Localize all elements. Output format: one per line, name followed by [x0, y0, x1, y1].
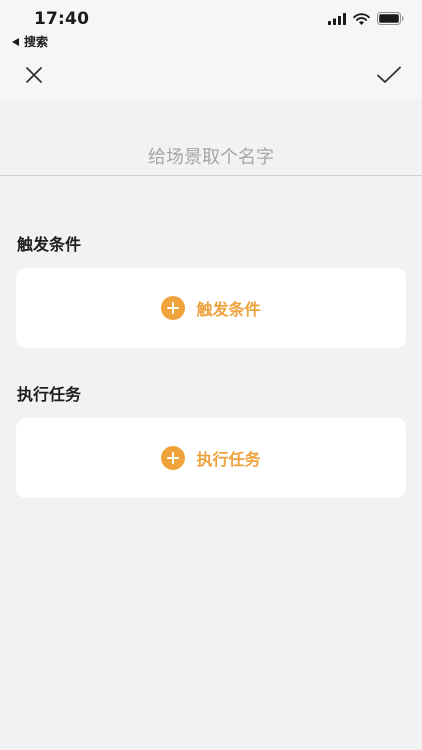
add-circle-icon: [161, 446, 186, 470]
status-icons: [328, 12, 404, 25]
close-button[interactable]: [21, 62, 47, 88]
status-bar: 17:40 搜索: [0, 0, 422, 52]
close-icon: [26, 67, 42, 83]
checkmark-icon: [377, 66, 401, 83]
wifi-icon: [353, 12, 370, 25]
cellular-signal-icon: [328, 12, 346, 25]
scene-name-input[interactable]: [0, 140, 422, 176]
add-trigger-button[interactable]: 触发条件: [16, 268, 406, 348]
back-arrow-icon: [12, 37, 19, 46]
add-task-label: 执行任务: [196, 450, 261, 469]
back-label: 搜索: [24, 35, 49, 49]
trigger-section-title: 触发条件: [17, 235, 82, 254]
add-task-button[interactable]: 执行任务: [16, 418, 406, 498]
confirm-button[interactable]: [376, 62, 402, 88]
add-trigger-label: 触发条件: [196, 300, 261, 319]
back-to-search-link[interactable]: 搜索: [12, 33, 48, 50]
status-time: 17:40: [34, 9, 90, 29]
battery-icon: [377, 12, 404, 25]
add-circle-icon: [161, 296, 186, 320]
task-section-title: 执行任务: [17, 385, 82, 404]
nav-bar: [0, 52, 422, 98]
